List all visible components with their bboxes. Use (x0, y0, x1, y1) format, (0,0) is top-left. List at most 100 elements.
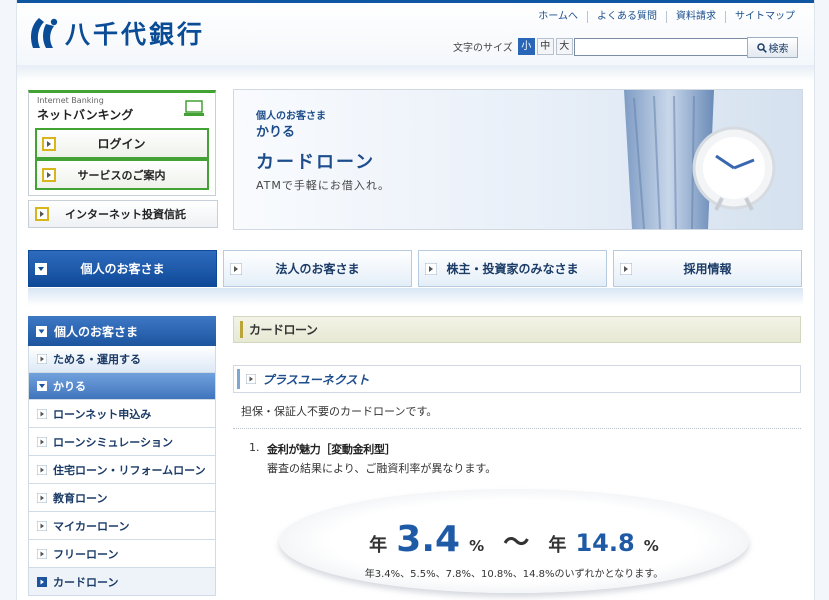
tab-label: 採用情報 (683, 262, 732, 276)
logo-mark-icon (31, 18, 58, 48)
rate-prefix-min: 年 (369, 535, 388, 556)
arrow-right-icon (37, 576, 47, 587)
text-size-label: 文字のサイズ (453, 43, 513, 54)
search-button[interactable]: 検索 (747, 37, 798, 58)
hero-subcategory: かりる (256, 125, 296, 140)
tab-corporate[interactable]: 法人のお客さま (223, 250, 412, 287)
arrow-right-icon (246, 374, 256, 384)
arrow-right-icon (42, 136, 56, 151)
login-button-label: ログイン (97, 137, 146, 151)
section-accent (237, 369, 240, 389)
arrow-right-icon (37, 520, 47, 531)
arrow-right-icon (37, 548, 47, 559)
net-banking-box: Internet Banking ネットバンキング ログイン サービスのご案内 (28, 90, 216, 196)
util-link-sitemap[interactable]: サイトマップ (725, 11, 804, 23)
header: 八千代銀行 ホームへ よくある質問 資料請求 サイトマップ 文字のサイズ 小 中… (17, 3, 814, 65)
rate-min: 3.4 (396, 519, 461, 560)
sidebar-item-free-loan[interactable]: フリーローン (28, 540, 216, 568)
arrow-down-icon (37, 381, 47, 391)
service-guide-button[interactable]: サービスのご案内 (35, 159, 209, 190)
dotted-divider (233, 428, 801, 429)
sidebar-item-card-loan[interactable]: カードローン (28, 568, 216, 596)
sidebar-item-label: 教育ローン (53, 491, 108, 505)
sidebar-item-education-loan[interactable]: 教育ローン (28, 484, 216, 512)
rate-prefix-max: 年 (548, 535, 567, 556)
arrow-right-icon (37, 354, 47, 364)
sidebar-item-car-loan[interactable]: マイカーローン (28, 512, 216, 540)
util-link-home[interactable]: ホームへ (529, 11, 587, 23)
sidebar-item-borrow[interactable]: かりる (28, 373, 216, 400)
sidebar-item-loan-simulation[interactable]: ローンシミュレーション (28, 428, 216, 456)
arrow-right-icon (37, 436, 47, 447)
sidebar: 個人のお客さま ためる・運用する かりる ローンネット申込み ローンシミュレーシ… (28, 316, 216, 596)
rate-range: 年 3.4 % 〜 年 14.8 % (279, 519, 749, 560)
section-header: プラスユーネクスト (233, 365, 801, 393)
arrow-right-icon (37, 408, 47, 419)
arrow-right-icon (35, 207, 49, 221)
rate-note: 年3.4%、5.5%、7.8%、10.8%、14.8%のいずれかとなります。 (364, 569, 664, 580)
hero-title: カードローン (256, 152, 376, 173)
title-accent (240, 321, 243, 338)
rate-max: 14.8 (575, 529, 635, 557)
sidebar-item-loan-net[interactable]: ローンネット申込み (28, 400, 216, 428)
net-banking-title: ネットバンキング (37, 108, 134, 122)
arrow-right-icon (42, 167, 56, 182)
text-size-small-button[interactable]: 小 (517, 38, 535, 55)
page-title-bar: カードローン (233, 316, 801, 343)
tab-investors[interactable]: 株主・投資家のみなさま (418, 250, 607, 287)
arrow-right-icon (620, 262, 632, 275)
rate-tilde: 〜 (503, 528, 530, 558)
feature-description: 審査の結果により、ご融資利率が異なります。 (267, 462, 497, 475)
hero-illustration (624, 90, 776, 229)
text-size-medium-button[interactable]: 中 (536, 38, 554, 55)
page-title: カードローン (249, 323, 318, 337)
util-link-faq[interactable]: よくある質問 (587, 11, 666, 23)
hero-banner[interactable]: 個人のお客さま かりる カードローン ATMで手軽にお借入れ。 (233, 89, 803, 230)
hero-category: 個人のお客さま (256, 111, 326, 122)
service-guide-label: サービスのご案内 (77, 168, 166, 182)
feature-number: 1. (249, 441, 260, 454)
logo[interactable]: 八千代銀行 (27, 15, 205, 51)
sidebar-header[interactable]: 個人のお客さま (28, 316, 216, 346)
header-divider (17, 65, 814, 81)
tab-personal[interactable]: 個人のお客さま (28, 250, 217, 287)
brand-name: 八千代銀行 (65, 20, 206, 49)
arrow-down-icon (36, 325, 47, 337)
sidebar-header-label: 個人のお客さま (54, 324, 139, 339)
nav-divider (28, 288, 803, 306)
feature-title: 金利が魅力［変動金利型］ (267, 443, 396, 456)
rate-percent-max: % (643, 537, 659, 555)
sidebar-item-label: かりる (53, 380, 86, 393)
login-button[interactable]: ログイン (35, 128, 209, 159)
sidebar-item-label: フリーローン (53, 547, 119, 561)
sidebar-item-housing-loan[interactable]: 住宅ローン・リフォームローン (28, 456, 216, 484)
rate-percent-min: % (469, 537, 485, 555)
net-banking-label-en: Internet Banking (37, 96, 104, 105)
arrow-down-icon (35, 262, 47, 275)
search-icon (756, 42, 767, 53)
sidebar-item-label: カードローン (53, 575, 119, 589)
arrow-right-icon (37, 492, 47, 503)
sidebar-item-label: マイカーローン (53, 519, 130, 533)
hero-description: ATMで手軽にお借入れ。 (256, 179, 390, 192)
sidebar-item-label: 住宅ローン・リフォームローン (53, 463, 206, 477)
clock-icon (692, 126, 776, 211)
pc-icon (184, 100, 204, 116)
sidebar-item-save-invest[interactable]: ためる・運用する (28, 346, 216, 373)
util-link-request[interactable]: 資料請求 (666, 11, 725, 23)
investment-trust-button[interactable]: インターネット投資信託 (28, 200, 218, 228)
sidebar-item-label: ためる・運用する (53, 353, 141, 366)
text-size-control: 文字のサイズ 小 中 大 (453, 38, 575, 55)
tab-recruit[interactable]: 採用情報 (613, 250, 802, 287)
section-title: プラスユーネクスト (262, 372, 370, 387)
text-size-large-button[interactable]: 大 (555, 38, 573, 55)
utility-nav: ホームへ よくある質問 資料請求 サイトマップ (529, 11, 804, 23)
tab-label: 個人のお客さま (80, 262, 165, 276)
arrow-right-icon (425, 262, 437, 275)
arrow-right-icon (37, 464, 47, 475)
tab-label: 法人のお客さま (275, 262, 360, 276)
search-input[interactable] (574, 38, 748, 56)
arrow-right-icon (230, 262, 242, 275)
page: 八千代銀行 ホームへ よくある質問 資料請求 サイトマップ 文字のサイズ 小 中… (16, 0, 815, 600)
sidebar-item-label: ローンシミュレーション (53, 435, 174, 449)
